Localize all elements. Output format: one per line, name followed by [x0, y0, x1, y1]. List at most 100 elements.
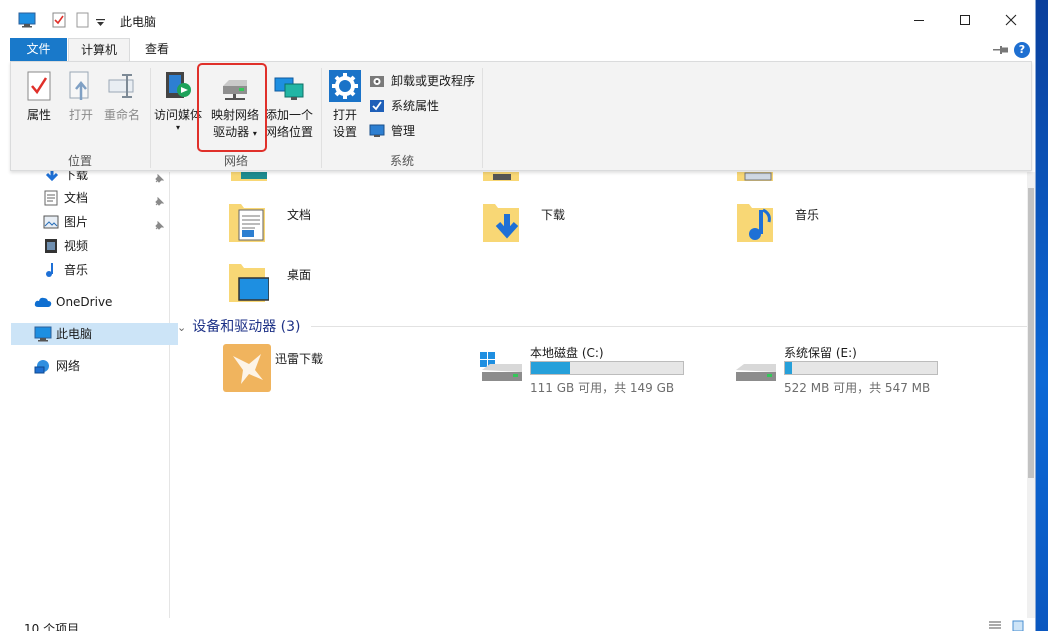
- desktop-folder-icon: [229, 264, 270, 302]
- folder-label: 文档: [287, 208, 312, 222]
- nav-item-documents[interactable]: 文档: [0, 187, 170, 209]
- folder-desktop[interactable]: 桌面: [227, 260, 347, 314]
- hard-drive-icon: [736, 364, 776, 381]
- navigation-pane: 下载 文档 图片 视频 音乐 OneDrive 此电脑 网络: [0, 168, 178, 618]
- cloud-icon: [34, 294, 52, 316]
- open-settings-label-line1: 打开: [332, 108, 357, 122]
- rename-label: 重命名: [103, 108, 140, 122]
- close-button[interactable]: [988, 6, 1034, 34]
- rename-icon: [108, 74, 134, 98]
- this-pc-icon[interactable]: [18, 12, 36, 31]
- access-media-button[interactable]: 访问媒体 ▾: [154, 70, 202, 132]
- highlight-box: [197, 63, 267, 152]
- access-media-label: 访问媒体: [154, 108, 203, 122]
- music-note-icon: [44, 262, 58, 285]
- windows-drive-icon: [480, 352, 522, 381]
- downloads-folder-icon: [483, 204, 519, 242]
- drive-space-text: 522 MB 可用，共 547 MB: [784, 381, 931, 395]
- system-properties-button[interactable]: 系统属性: [369, 96, 439, 116]
- folder-partial-icon: [231, 172, 267, 181]
- manage-icon: [369, 123, 385, 145]
- folder-label: 桌面: [287, 268, 312, 282]
- open-button[interactable]: 打开: [63, 70, 99, 124]
- uninstall-programs-button[interactable]: 卸载或更改程序: [369, 71, 475, 91]
- nav-label: 视频: [64, 239, 89, 253]
- nav-label: OneDrive: [56, 295, 113, 309]
- uninstall-label: 卸载或更改程序: [391, 74, 476, 88]
- open-settings-label-line2: 设置: [332, 125, 357, 139]
- access-media-icon: [166, 72, 191, 98]
- scrollbar-thumb[interactable]: [1028, 188, 1034, 478]
- large-icons-view-icon[interactable]: [1012, 620, 1024, 631]
- window-title: 此电脑: [120, 15, 157, 29]
- drive-c[interactable]: 本地磁盘 (C:) 111 GB 可用，共 149 GB: [478, 344, 698, 395]
- folder-music[interactable]: 音乐: [735, 200, 855, 254]
- minimize-button[interactable]: [896, 6, 942, 34]
- gear-icon: [329, 70, 361, 102]
- properties-icon: [27, 71, 51, 101]
- tab-file[interactable]: 文件: [10, 38, 67, 62]
- nav-label: 音乐: [64, 263, 89, 277]
- devices-header-label: 设备和驱动器 (3): [192, 319, 301, 335]
- uninstall-icon: [369, 73, 385, 95]
- nav-item-music[interactable]: 音乐: [0, 259, 170, 281]
- folder-partial-icon: [737, 172, 773, 181]
- nav-item-pictures[interactable]: 图片: [0, 211, 170, 233]
- maximize-icon: [960, 15, 970, 25]
- content-area: 文档 下载 音乐 桌面 ⌄ 设备和驱动器 (3) 迅雷下载 本地磁盘 (C:) …: [171, 172, 1035, 618]
- manage-button[interactable]: 管理: [369, 121, 415, 141]
- nav-item-videos[interactable]: 视频: [0, 235, 170, 257]
- customize-qat-chevron-icon[interactable]: [96, 16, 105, 30]
- folder-label: 下载: [541, 208, 566, 222]
- rename-button[interactable]: 重命名: [101, 70, 143, 124]
- open-icon: [69, 71, 89, 100]
- drive-usage-fill: [531, 362, 570, 374]
- drive-space-text: 111 GB 可用，共 149 GB: [530, 381, 675, 395]
- folder-downloads[interactable]: 下载: [481, 200, 601, 254]
- document-icon: [44, 190, 58, 213]
- open-label: 打开: [68, 108, 93, 122]
- properties-button[interactable]: 属性: [21, 70, 57, 124]
- nav-label: 此电脑: [56, 327, 93, 341]
- nav-item-network[interactable]: 网络: [0, 355, 170, 377]
- monitor-icon: [34, 326, 52, 349]
- pin-ribbon-icon[interactable]: [993, 44, 1009, 58]
- xunlei-download-item[interactable]: 迅雷下载: [223, 344, 363, 394]
- file-explorer-window: 此电脑 文件 计算机 查看 ? 属性 打开 重命名 位置 访问媒体 ▾ 映射网络…: [0, 0, 1036, 631]
- system-properties-label: 系统属性: [391, 99, 440, 113]
- documents-folder-icon: [229, 204, 265, 242]
- group-label-location: 位置: [67, 154, 92, 168]
- add-network-location-button[interactable]: 添加一个 网络位置: [263, 76, 315, 141]
- maximize-button[interactable]: [942, 6, 988, 34]
- open-settings-button[interactable]: 打开 设置: [327, 70, 363, 141]
- ribbon-tabs: 文件 计算机 查看: [0, 38, 1035, 62]
- music-folder-icon: [737, 204, 773, 242]
- chevron-down-icon: ⌄: [177, 321, 187, 334]
- tab-computer[interactable]: 计算机: [68, 38, 130, 62]
- vertical-scrollbar[interactable]: [1027, 172, 1035, 618]
- properties-quick-icon[interactable]: [52, 12, 66, 31]
- help-icon[interactable]: ?: [1014, 42, 1030, 58]
- manage-label: 管理: [391, 124, 416, 138]
- drive-e[interactable]: 系统保留 (E:) 522 MB 可用，共 547 MB: [732, 344, 952, 395]
- add-location-label-line2: 网络位置: [264, 125, 313, 139]
- tab-view[interactable]: 查看: [134, 38, 180, 62]
- xunlei-label: 迅雷下载: [275, 352, 324, 366]
- nav-item-this-pc[interactable]: 此电脑: [11, 323, 178, 345]
- desktop-background: [1036, 0, 1048, 631]
- new-folder-quick-icon[interactable]: [76, 12, 89, 31]
- access-media-dropdown-icon: ▾: [175, 123, 180, 132]
- status-bar: 10 个项目: [0, 618, 1035, 631]
- properties-label: 属性: [26, 108, 51, 122]
- close-icon: [1005, 14, 1017, 26]
- video-icon: [44, 238, 58, 261]
- devices-section-header[interactable]: ⌄ 设备和驱动器 (3): [177, 316, 301, 336]
- folder-partial-icon: [483, 172, 519, 181]
- ribbon: 属性 打开 重命名 位置 访问媒体 ▾ 映射网络 驱动器 ▾ 添加一个 网络位置: [10, 61, 1032, 171]
- nav-label: 文档: [64, 191, 89, 205]
- group-label-system: 系统: [389, 154, 414, 168]
- nav-item-onedrive[interactable]: OneDrive: [0, 291, 170, 313]
- item-count: 10 个项目: [24, 622, 80, 631]
- details-view-icon[interactable]: [988, 620, 1002, 631]
- folder-documents[interactable]: 文档: [227, 200, 347, 254]
